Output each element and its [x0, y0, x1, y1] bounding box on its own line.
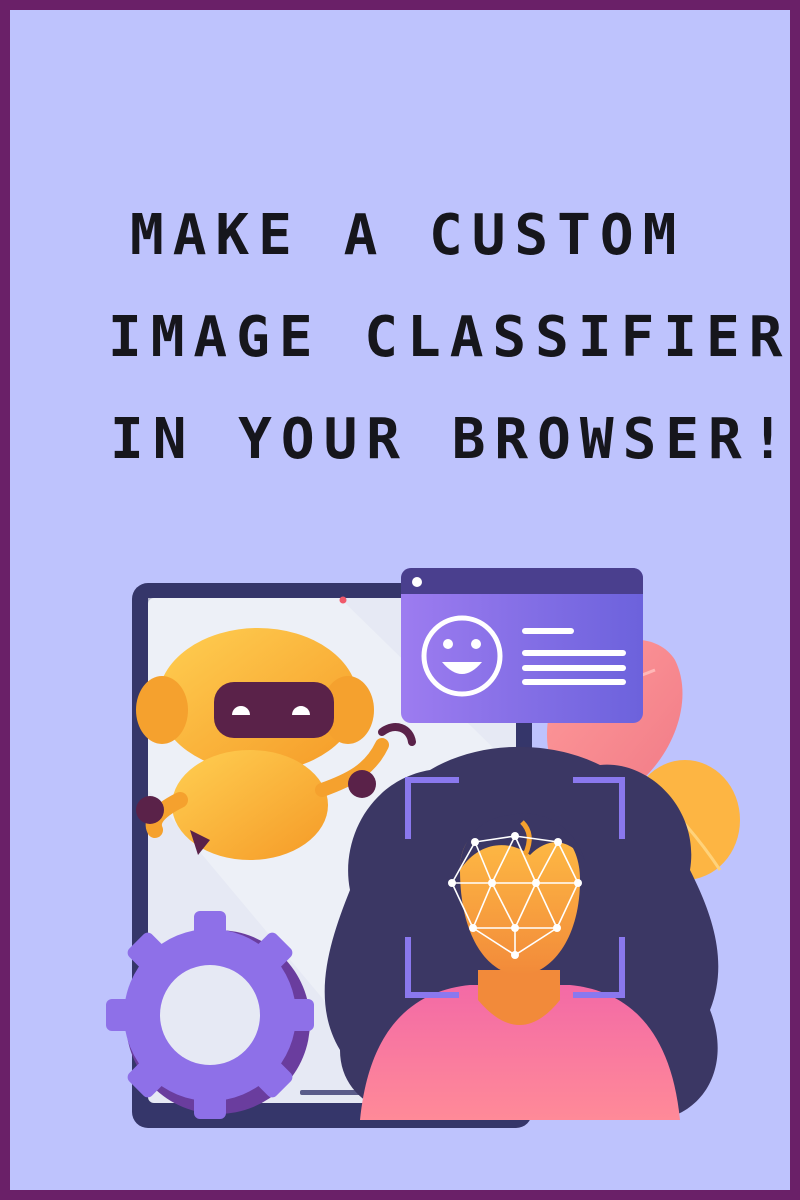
poster-frame: MAKE A CUSTOM IMAGE CLASSIFIER IN YOUR B… — [0, 0, 800, 1200]
headline-line-2: IMAGE CLASSIFIER — [108, 305, 792, 370]
smiley-window-icon — [401, 568, 643, 723]
illustration — [106, 568, 740, 1128]
headline-line-3: IN YOUR BROWSER! — [110, 407, 794, 472]
face-scan-icon — [324, 746, 719, 1120]
headline-line-1: MAKE A CUSTOM — [130, 203, 686, 268]
